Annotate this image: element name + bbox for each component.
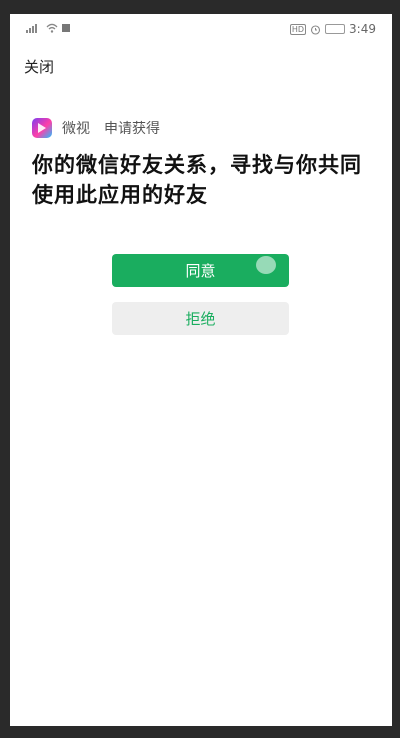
status-time: 3:49: [349, 22, 376, 36]
request-label: 申请获得: [104, 121, 160, 137]
agree-button[interactable]: 同意: [112, 254, 289, 287]
signal-icon: [26, 24, 37, 33]
wifi-icon: [46, 23, 58, 33]
agree-button-label: 同意: [185, 262, 216, 280]
app-info: 微视 申请获得: [32, 118, 160, 138]
device-frame: HD 3:49 关闭 微视 申请获得 你的微信好友关系，寻找与你共同使用此应用的…: [0, 0, 400, 738]
status-right: HD 3:49: [289, 22, 376, 36]
weishi-logo-icon: [32, 118, 52, 138]
close-button[interactable]: 关闭: [24, 56, 54, 77]
notification-square-icon: [62, 24, 70, 32]
alarm-icon: [310, 24, 321, 35]
hd-icon: HD: [289, 23, 307, 35]
status-left: [26, 23, 70, 33]
reject-button-label: 拒绝: [185, 310, 216, 328]
reject-button[interactable]: 拒绝: [112, 302, 289, 335]
touch-indicator: [256, 256, 276, 274]
battery-icon: [325, 24, 346, 34]
screen: HD 3:49 关闭 微视 申请获得 你的微信好友关系，寻找与你共同使用此应用的…: [10, 14, 392, 726]
status-bar: HD 3:49: [10, 14, 392, 42]
app-name: 微视: [62, 121, 90, 137]
permission-description: 你的微信好友关系，寻找与你共同使用此应用的好友: [32, 153, 362, 207]
